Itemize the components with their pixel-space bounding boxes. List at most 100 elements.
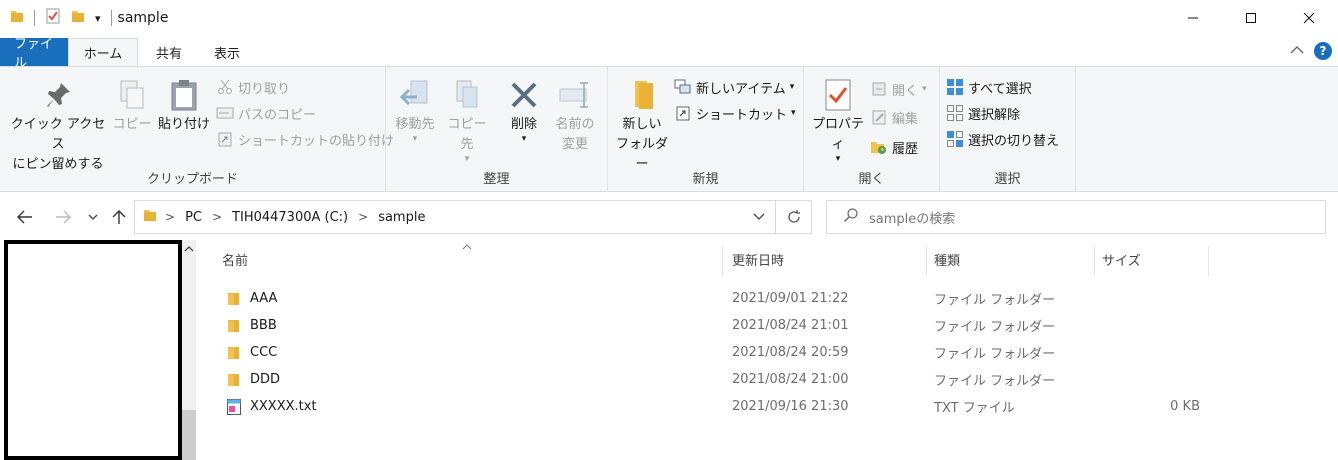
select-all-label: すべて選択	[968, 81, 1032, 97]
ribbon: クイック アクセス にピン留めする コピー 貼り付け 切り取り パスのコピー シ…	[0, 66, 1338, 192]
column-header-type[interactable]: 種類	[934, 240, 1094, 278]
help-icon[interactable]: ?	[1314, 42, 1332, 60]
search-box[interactable]: sampleの検索	[826, 200, 1326, 234]
copy-path-button[interactable]: パスのコピー	[216, 101, 316, 125]
move-to-button[interactable]: 移動先 ▾	[392, 75, 438, 144]
rename-button[interactable]: 名前の 変更	[550, 75, 600, 155]
folder-icon	[226, 292, 242, 306]
file-row[interactable]: AAA 2021/09/01 21:22 ファイル フォルダー	[196, 285, 1338, 312]
history-button[interactable]: 履歴	[870, 135, 918, 159]
copy-to-button[interactable]: コピー先 ▾	[442, 75, 492, 164]
qat-separator	[34, 10, 35, 26]
history-icon	[870, 138, 888, 156]
back-button[interactable]	[12, 204, 38, 230]
up-button[interactable]	[108, 204, 130, 230]
group-clipboard: クイック アクセス にピン留めする コピー 貼り付け 切り取り パスのコピー シ…	[0, 67, 394, 191]
paste-icon	[164, 75, 204, 115]
new-folder-qat-icon[interactable]	[71, 9, 85, 27]
breadcrumb-pc[interactable]: PC	[185, 210, 202, 225]
breadcrumb-drive[interactable]: TIH0447300A (C:)	[232, 210, 348, 225]
new-item-button[interactable]: 新しいアイテム ▾	[674, 75, 794, 99]
file-name-cell[interactable]: CCC	[226, 339, 277, 366]
new-item-icon	[674, 78, 692, 96]
copy-to-label: コピー先	[447, 117, 487, 152]
easy-access-shortcut-button[interactable]: ショートカット ▾	[674, 101, 796, 125]
file-name-cell[interactable]: AAA	[226, 285, 277, 312]
file-size	[1102, 285, 1200, 312]
folder-icon	[10, 9, 24, 27]
copy-path-icon	[216, 104, 234, 122]
file-name-cell[interactable]: BBB	[226, 312, 277, 339]
navigation-bar: > PC > TIH0447300A (C:) > sample sampleの…	[0, 196, 1338, 238]
file-row[interactable]: XXXXX.txt 2021/09/16 21:30 TXT ファイル 0 KB	[196, 393, 1338, 420]
scroll-up-arrow[interactable]	[184, 244, 194, 255]
file-row[interactable]: BBB 2021/08/24 21:01 ファイル フォルダー	[196, 312, 1338, 339]
delete-button[interactable]: 削除 ▾	[500, 75, 548, 144]
forward-button[interactable]	[50, 204, 76, 230]
invert-selection-button[interactable]: 選択の切り替え	[946, 127, 1059, 151]
history-label: 履歴	[892, 141, 919, 157]
group-organize: 移動先 ▾ コピー先 ▾ 削除 ▾ 名前の 変更 整理	[386, 67, 608, 191]
maximize-button[interactable]	[1222, 0, 1280, 36]
tab-home[interactable]: ホーム	[68, 38, 138, 66]
file-name: DDD	[250, 372, 281, 387]
open-label: 開く	[892, 83, 919, 99]
file-type: ファイル フォルダー	[934, 293, 1056, 308]
properties-button[interactable]: プロパティ ▾	[808, 75, 868, 164]
file-row[interactable]: CCC 2021/08/24 20:59 ファイル フォルダー	[196, 339, 1338, 366]
tab-share[interactable]: 共有	[138, 38, 200, 66]
select-all-button[interactable]: すべて選択	[946, 75, 1032, 99]
file-type: ファイル フォルダー	[934, 320, 1056, 335]
pin-quick-access-button[interactable]: クイック アクセス にピン留めする	[8, 75, 108, 175]
file-type: ファイル フォルダー	[934, 374, 1056, 389]
recent-locations-dropdown[interactable]	[84, 204, 102, 230]
breadcrumb-chevron[interactable]: >	[212, 210, 222, 224]
paste-shortcut-label: ショートカットの貼り付け	[238, 133, 395, 149]
properties-qat-icon[interactable]	[45, 8, 61, 28]
breadcrumb-sample[interactable]: sample	[378, 210, 425, 225]
properties-icon	[818, 75, 858, 115]
breadcrumb-chevron[interactable]: >	[358, 210, 368, 224]
select-none-button[interactable]: 選択解除	[946, 101, 1020, 125]
collapse-ribbon-icon[interactable]	[1290, 43, 1304, 59]
file-name-cell[interactable]: XXXXX.txt	[226, 393, 317, 420]
customize-qat-dropdown[interactable]: ▾	[95, 12, 101, 25]
column-header-name[interactable]: 名前	[222, 240, 722, 278]
minimize-button[interactable]	[1164, 0, 1222, 36]
file-name: AAA	[250, 291, 278, 306]
navigation-pane-scrollbar[interactable]	[182, 240, 196, 460]
address-history-dropdown[interactable]	[741, 201, 775, 233]
column-header-date[interactable]: 更新日時	[732, 240, 922, 278]
move-to-icon	[395, 75, 435, 115]
tab-view[interactable]: 表示	[200, 38, 254, 66]
column-separator[interactable]	[722, 246, 723, 276]
scroll-thumb[interactable]	[182, 410, 196, 460]
tab-file[interactable]: ファイル	[0, 37, 68, 71]
copy-button[interactable]: コピー	[112, 75, 152, 135]
column-separator[interactable]	[1208, 246, 1209, 276]
edit-button[interactable]: 編集	[870, 105, 918, 129]
open-button[interactable]: 開く ▾	[870, 77, 927, 101]
address-bar[interactable]: > PC > TIH0447300A (C:) > sample	[134, 200, 776, 234]
cut-button[interactable]: 切り取り	[216, 75, 290, 99]
file-row[interactable]: DDD 2021/08/24 21:00 ファイル フォルダー	[196, 366, 1338, 393]
file-name: CCC	[250, 345, 278, 360]
file-type: ファイル フォルダー	[934, 347, 1056, 362]
breadcrumb-chevron[interactable]: >	[165, 210, 175, 224]
paste-button[interactable]: 貼り付け	[156, 75, 212, 135]
group-label-clipboard: クリップボード	[146, 172, 238, 187]
select-none-label: 選択解除	[968, 107, 1021, 123]
rename-label-line2: 変更	[561, 137, 588, 152]
invert-selection-label: 選択の切り替え	[968, 133, 1060, 149]
new-folder-button[interactable]: 新しい フォルダー	[610, 75, 674, 175]
copy-icon	[112, 75, 152, 115]
column-separator[interactable]	[926, 246, 927, 276]
paste-shortcut-button[interactable]: ショートカットの貼り付け	[216, 127, 394, 151]
column-header-size[interactable]: サイズ	[1102, 240, 1202, 278]
file-name-cell[interactable]: DDD	[226, 366, 280, 393]
column-separator[interactable]	[1094, 246, 1095, 276]
refresh-button[interactable]	[776, 200, 812, 234]
folder-icon	[226, 346, 242, 360]
open-icon	[870, 80, 888, 98]
close-button[interactable]	[1280, 0, 1338, 36]
